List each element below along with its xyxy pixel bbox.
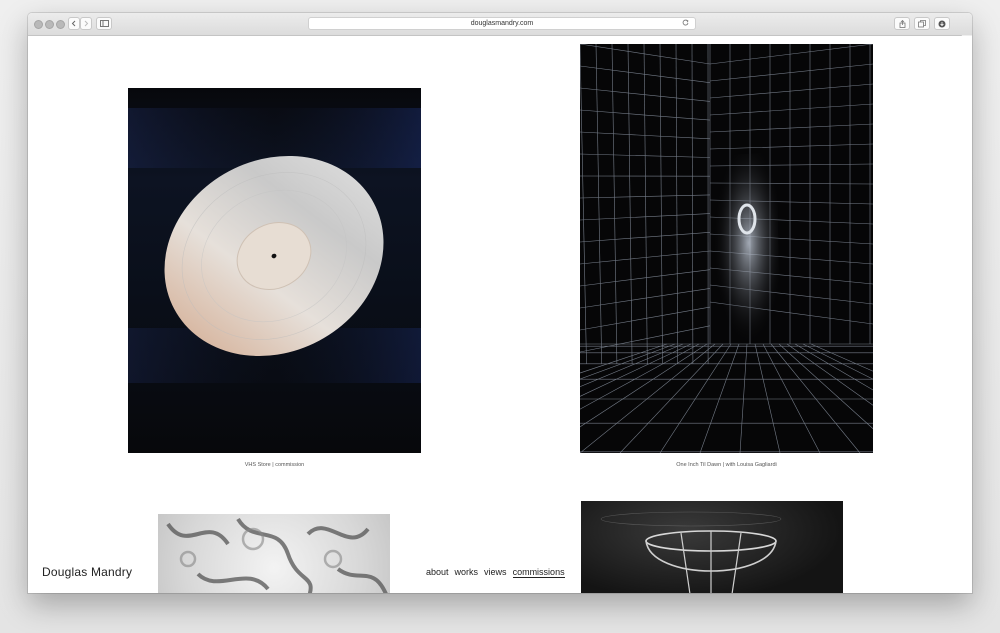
sidebar-icon <box>99 20 109 27</box>
one-inch-til-dawn-caption: One Inch Til Dawn | with Louisa Gagliard… <box>676 462 777 468</box>
site-title[interactable]: Douglas Mandry <box>42 565 132 579</box>
wire-bowl-photo[interactable] <box>581 501 843 593</box>
back-button[interactable] <box>68 17 80 30</box>
nav-views[interactable]: views <box>484 567 507 578</box>
tabs-button[interactable] <box>914 17 930 30</box>
forward-button[interactable] <box>80 17 92 30</box>
illustration-photo[interactable] <box>158 514 390 593</box>
tabs-icon <box>918 19 926 27</box>
one-inch-til-dawn-photo[interactable] <box>580 44 873 453</box>
swirl-illustration-image <box>166 517 388 593</box>
page-content: VHS Store | commission One Inch Til Dawn… <box>28 36 972 593</box>
url-text: douglasmandry.com <box>470 20 534 27</box>
reload-button[interactable] <box>682 18 689 29</box>
minimize-window-button[interactable] <box>45 20 54 29</box>
chevron-left-icon <box>71 20 76 27</box>
grid-room-image <box>580 44 873 453</box>
browser-toolbar: douglasmandry.com <box>28 13 972 36</box>
download-icon <box>938 20 946 27</box>
wire-bowl-image <box>600 511 782 593</box>
nav-about[interactable]: about <box>426 567 449 578</box>
vinyl-record-image <box>128 108 421 383</box>
share-button[interactable] <box>894 17 910 30</box>
chevron-right-icon <box>84 20 89 27</box>
share-icon <box>899 19 905 28</box>
vhs-store-photo[interactable] <box>128 88 421 453</box>
reload-icon <box>682 19 689 26</box>
site-nav: about works views commissions <box>426 567 565 578</box>
sidebar-button[interactable] <box>96 17 112 30</box>
address-bar[interactable]: douglasmandry.com <box>308 17 696 30</box>
downloads-button[interactable] <box>934 17 950 30</box>
close-window-button[interactable] <box>34 20 43 29</box>
zoom-window-button[interactable] <box>56 20 65 29</box>
nav-commissions[interactable]: commissions <box>512 567 565 578</box>
nav-works[interactable]: works <box>455 567 479 578</box>
vhs-store-caption: VHS Store | commission <box>244 462 305 468</box>
desktop: douglasmandry.com + <box>0 0 1000 633</box>
browser-window: douglasmandry.com + <box>28 13 972 593</box>
